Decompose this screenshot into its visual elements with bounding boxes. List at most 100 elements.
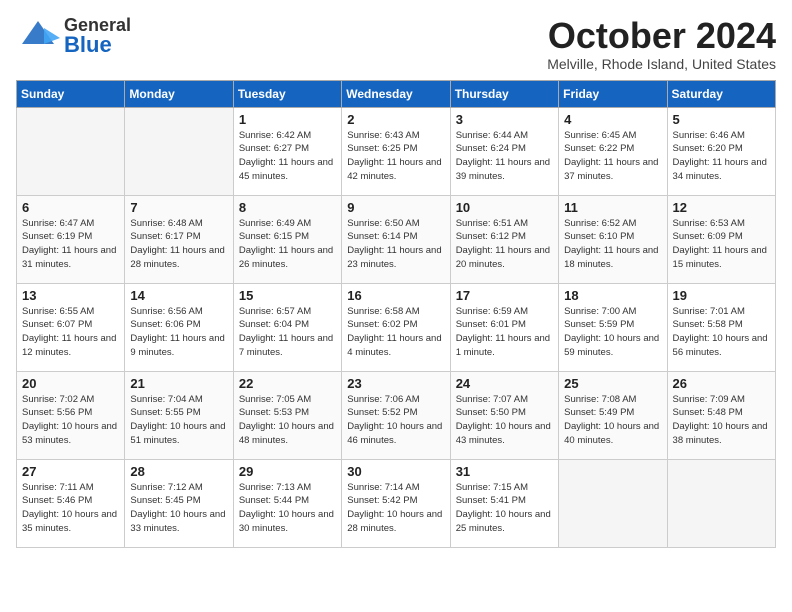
day-number: 31	[456, 464, 553, 479]
day-number: 23	[347, 376, 444, 391]
calendar-day: 3 Sunrise: 6:44 AM Sunset: 6:24 PM Daylig…	[450, 107, 558, 195]
day-info: Sunrise: 6:56 AM Sunset: 6:06 PM Dayligh…	[130, 305, 227, 360]
day-info: Sunrise: 7:02 AM Sunset: 5:56 PM Dayligh…	[22, 393, 119, 448]
day-number: 19	[673, 288, 770, 303]
day-info: Sunrise: 7:12 AM Sunset: 5:45 PM Dayligh…	[130, 481, 227, 536]
calendar-week-4: 20 Sunrise: 7:02 AM Sunset: 5:56 PM Dayli…	[17, 371, 776, 459]
calendar-day: 7 Sunrise: 6:48 AM Sunset: 6:17 PM Daylig…	[125, 195, 233, 283]
calendar-day: 17Sunrise: 6:59 AM Sunset: 6:01 PM Dayli…	[450, 283, 558, 371]
calendar-day: 9 Sunrise: 6:50 AM Sunset: 6:14 PM Daylig…	[342, 195, 450, 283]
location-title: Melville, Rhode Island, United States	[547, 56, 776, 72]
day-number: 8	[239, 200, 336, 215]
day-info: Sunrise: 6:45 AM Sunset: 6:22 PM Dayligh…	[564, 129, 661, 184]
day-number: 28	[130, 464, 227, 479]
weekday-header-tuesday: Tuesday	[233, 80, 341, 107]
calendar-week-2: 6Sunrise: 6:47 AM Sunset: 6:19 PM Daylig…	[17, 195, 776, 283]
weekday-header-row: SundayMondayTuesdayWednesdayThursdayFrid…	[17, 80, 776, 107]
weekday-header-friday: Friday	[559, 80, 667, 107]
calendar-day: 4Sunrise: 6:45 AM Sunset: 6:22 PM Daylig…	[559, 107, 667, 195]
calendar-week-1: 1Sunrise: 6:42 AM Sunset: 6:27 PM Daylig…	[17, 107, 776, 195]
calendar-day: 10 Sunrise: 6:51 AM Sunset: 6:12 PM Dayli…	[450, 195, 558, 283]
day-info: Sunrise: 7:05 AM Sunset: 5:53 PM Dayligh…	[239, 393, 336, 448]
calendar-day: 28 Sunrise: 7:12 AM Sunset: 5:45 PM Dayli…	[125, 459, 233, 547]
day-number: 30	[347, 464, 444, 479]
day-info: Sunrise: 7:01 AM Sunset: 5:58 PM Dayligh…	[673, 305, 770, 360]
day-info: Sunrise: 6:50 AM Sunset: 6:14 PM Dayligh…	[347, 217, 444, 272]
day-number: 21	[130, 376, 227, 391]
day-info: Sunrise: 7:15 AM Sunset: 5:41 PM Dayligh…	[456, 481, 553, 536]
calendar-day: 2 Sunrise: 6:43 AM Sunset: 6:25 PM Daylig…	[342, 107, 450, 195]
day-info: Sunrise: 6:43 AM Sunset: 6:25 PM Dayligh…	[347, 129, 444, 184]
calendar-day: 21 Sunrise: 7:04 AM Sunset: 5:55 PM Dayli…	[125, 371, 233, 459]
day-number: 11	[564, 200, 661, 215]
day-info: Sunrise: 6:52 AM Sunset: 6:10 PM Dayligh…	[564, 217, 661, 272]
calendar-week-3: 13 Sunrise: 6:55 AM Sunset: 6:07 PM Dayli…	[17, 283, 776, 371]
day-number: 16	[347, 288, 444, 303]
logo-text: General Blue	[64, 16, 131, 56]
day-number: 20	[22, 376, 119, 391]
day-info: Sunrise: 7:06 AM Sunset: 5:52 PM Dayligh…	[347, 393, 444, 448]
calendar-day: 27 Sunrise: 7:11 AM Sunset: 5:46 PM Dayli…	[17, 459, 125, 547]
calendar-day: 13 Sunrise: 6:55 AM Sunset: 6:07 PM Dayli…	[17, 283, 125, 371]
day-info: Sunrise: 7:08 AM Sunset: 5:49 PM Dayligh…	[564, 393, 661, 448]
calendar-day: 23 Sunrise: 7:06 AM Sunset: 5:52 PM Dayli…	[342, 371, 450, 459]
day-number: 6	[22, 200, 119, 215]
logo-icon	[16, 16, 60, 56]
calendar-day: 8Sunrise: 6:49 AM Sunset: 6:15 PM Daylig…	[233, 195, 341, 283]
day-number: 2	[347, 112, 444, 127]
day-info: Sunrise: 6:51 AM Sunset: 6:12 PM Dayligh…	[456, 217, 553, 272]
day-info: Sunrise: 7:04 AM Sunset: 5:55 PM Dayligh…	[130, 393, 227, 448]
day-info: Sunrise: 7:00 AM Sunset: 5:59 PM Dayligh…	[564, 305, 661, 360]
day-info: Sunrise: 6:55 AM Sunset: 6:07 PM Dayligh…	[22, 305, 119, 360]
day-number: 17	[456, 288, 553, 303]
weekday-header-sunday: Sunday	[17, 80, 125, 107]
calendar-day: 5Sunrise: 6:46 AM Sunset: 6:20 PM Daylig…	[667, 107, 775, 195]
day-info: Sunrise: 7:07 AM Sunset: 5:50 PM Dayligh…	[456, 393, 553, 448]
day-number: 24	[456, 376, 553, 391]
day-number: 12	[673, 200, 770, 215]
title-area: October 2024 Melville, Rhode Island, Uni…	[547, 16, 776, 72]
calendar-day: 12 Sunrise: 6:53 AM Sunset: 6:09 PM Dayli…	[667, 195, 775, 283]
day-number: 9	[347, 200, 444, 215]
day-info: Sunrise: 7:14 AM Sunset: 5:42 PM Dayligh…	[347, 481, 444, 536]
calendar-day	[125, 107, 233, 195]
calendar-day: 16 Sunrise: 6:58 AM Sunset: 6:02 PM Dayli…	[342, 283, 450, 371]
day-number: 1	[239, 112, 336, 127]
calendar-day: 20 Sunrise: 7:02 AM Sunset: 5:56 PM Dayli…	[17, 371, 125, 459]
logo-blue: Blue	[64, 34, 131, 56]
calendar-day: 25 Sunrise: 7:08 AM Sunset: 5:49 PM Dayli…	[559, 371, 667, 459]
day-number: 15	[239, 288, 336, 303]
day-info: Sunrise: 7:13 AM Sunset: 5:44 PM Dayligh…	[239, 481, 336, 536]
calendar-day: 31 Sunrise: 7:15 AM Sunset: 5:41 PM Dayli…	[450, 459, 558, 547]
day-number: 26	[673, 376, 770, 391]
calendar-day: 1Sunrise: 6:42 AM Sunset: 6:27 PM Daylig…	[233, 107, 341, 195]
day-number: 10	[456, 200, 553, 215]
day-number: 5	[673, 112, 770, 127]
month-title: October 2024	[547, 16, 776, 56]
calendar-day: 14 Sunrise: 6:56 AM Sunset: 6:06 PM Dayli…	[125, 283, 233, 371]
day-info: Sunrise: 6:58 AM Sunset: 6:02 PM Dayligh…	[347, 305, 444, 360]
calendar-body: 1Sunrise: 6:42 AM Sunset: 6:27 PM Daylig…	[17, 107, 776, 547]
day-info: Sunrise: 6:57 AM Sunset: 6:04 PM Dayligh…	[239, 305, 336, 360]
page-header: General Blue October 2024 Melville, Rhod…	[16, 16, 776, 72]
calendar-day	[17, 107, 125, 195]
day-number: 22	[239, 376, 336, 391]
day-info: Sunrise: 7:11 AM Sunset: 5:46 PM Dayligh…	[22, 481, 119, 536]
day-number: 27	[22, 464, 119, 479]
day-info: Sunrise: 6:44 AM Sunset: 6:24 PM Dayligh…	[456, 129, 553, 184]
day-number: 13	[22, 288, 119, 303]
day-number: 14	[130, 288, 227, 303]
logo: General Blue	[16, 16, 131, 56]
calendar-day	[559, 459, 667, 547]
day-number: 25	[564, 376, 661, 391]
calendar-day: 6Sunrise: 6:47 AM Sunset: 6:19 PM Daylig…	[17, 195, 125, 283]
calendar-day: 30 Sunrise: 7:14 AM Sunset: 5:42 PM Dayli…	[342, 459, 450, 547]
calendar-day: 19 Sunrise: 7:01 AM Sunset: 5:58 PM Dayli…	[667, 283, 775, 371]
weekday-header-thursday: Thursday	[450, 80, 558, 107]
day-number: 7	[130, 200, 227, 215]
calendar-day: 29Sunrise: 7:13 AM Sunset: 5:44 PM Dayli…	[233, 459, 341, 547]
day-number: 3	[456, 112, 553, 127]
day-info: Sunrise: 6:48 AM Sunset: 6:17 PM Dayligh…	[130, 217, 227, 272]
day-info: Sunrise: 7:09 AM Sunset: 5:48 PM Dayligh…	[673, 393, 770, 448]
day-info: Sunrise: 6:53 AM Sunset: 6:09 PM Dayligh…	[673, 217, 770, 272]
